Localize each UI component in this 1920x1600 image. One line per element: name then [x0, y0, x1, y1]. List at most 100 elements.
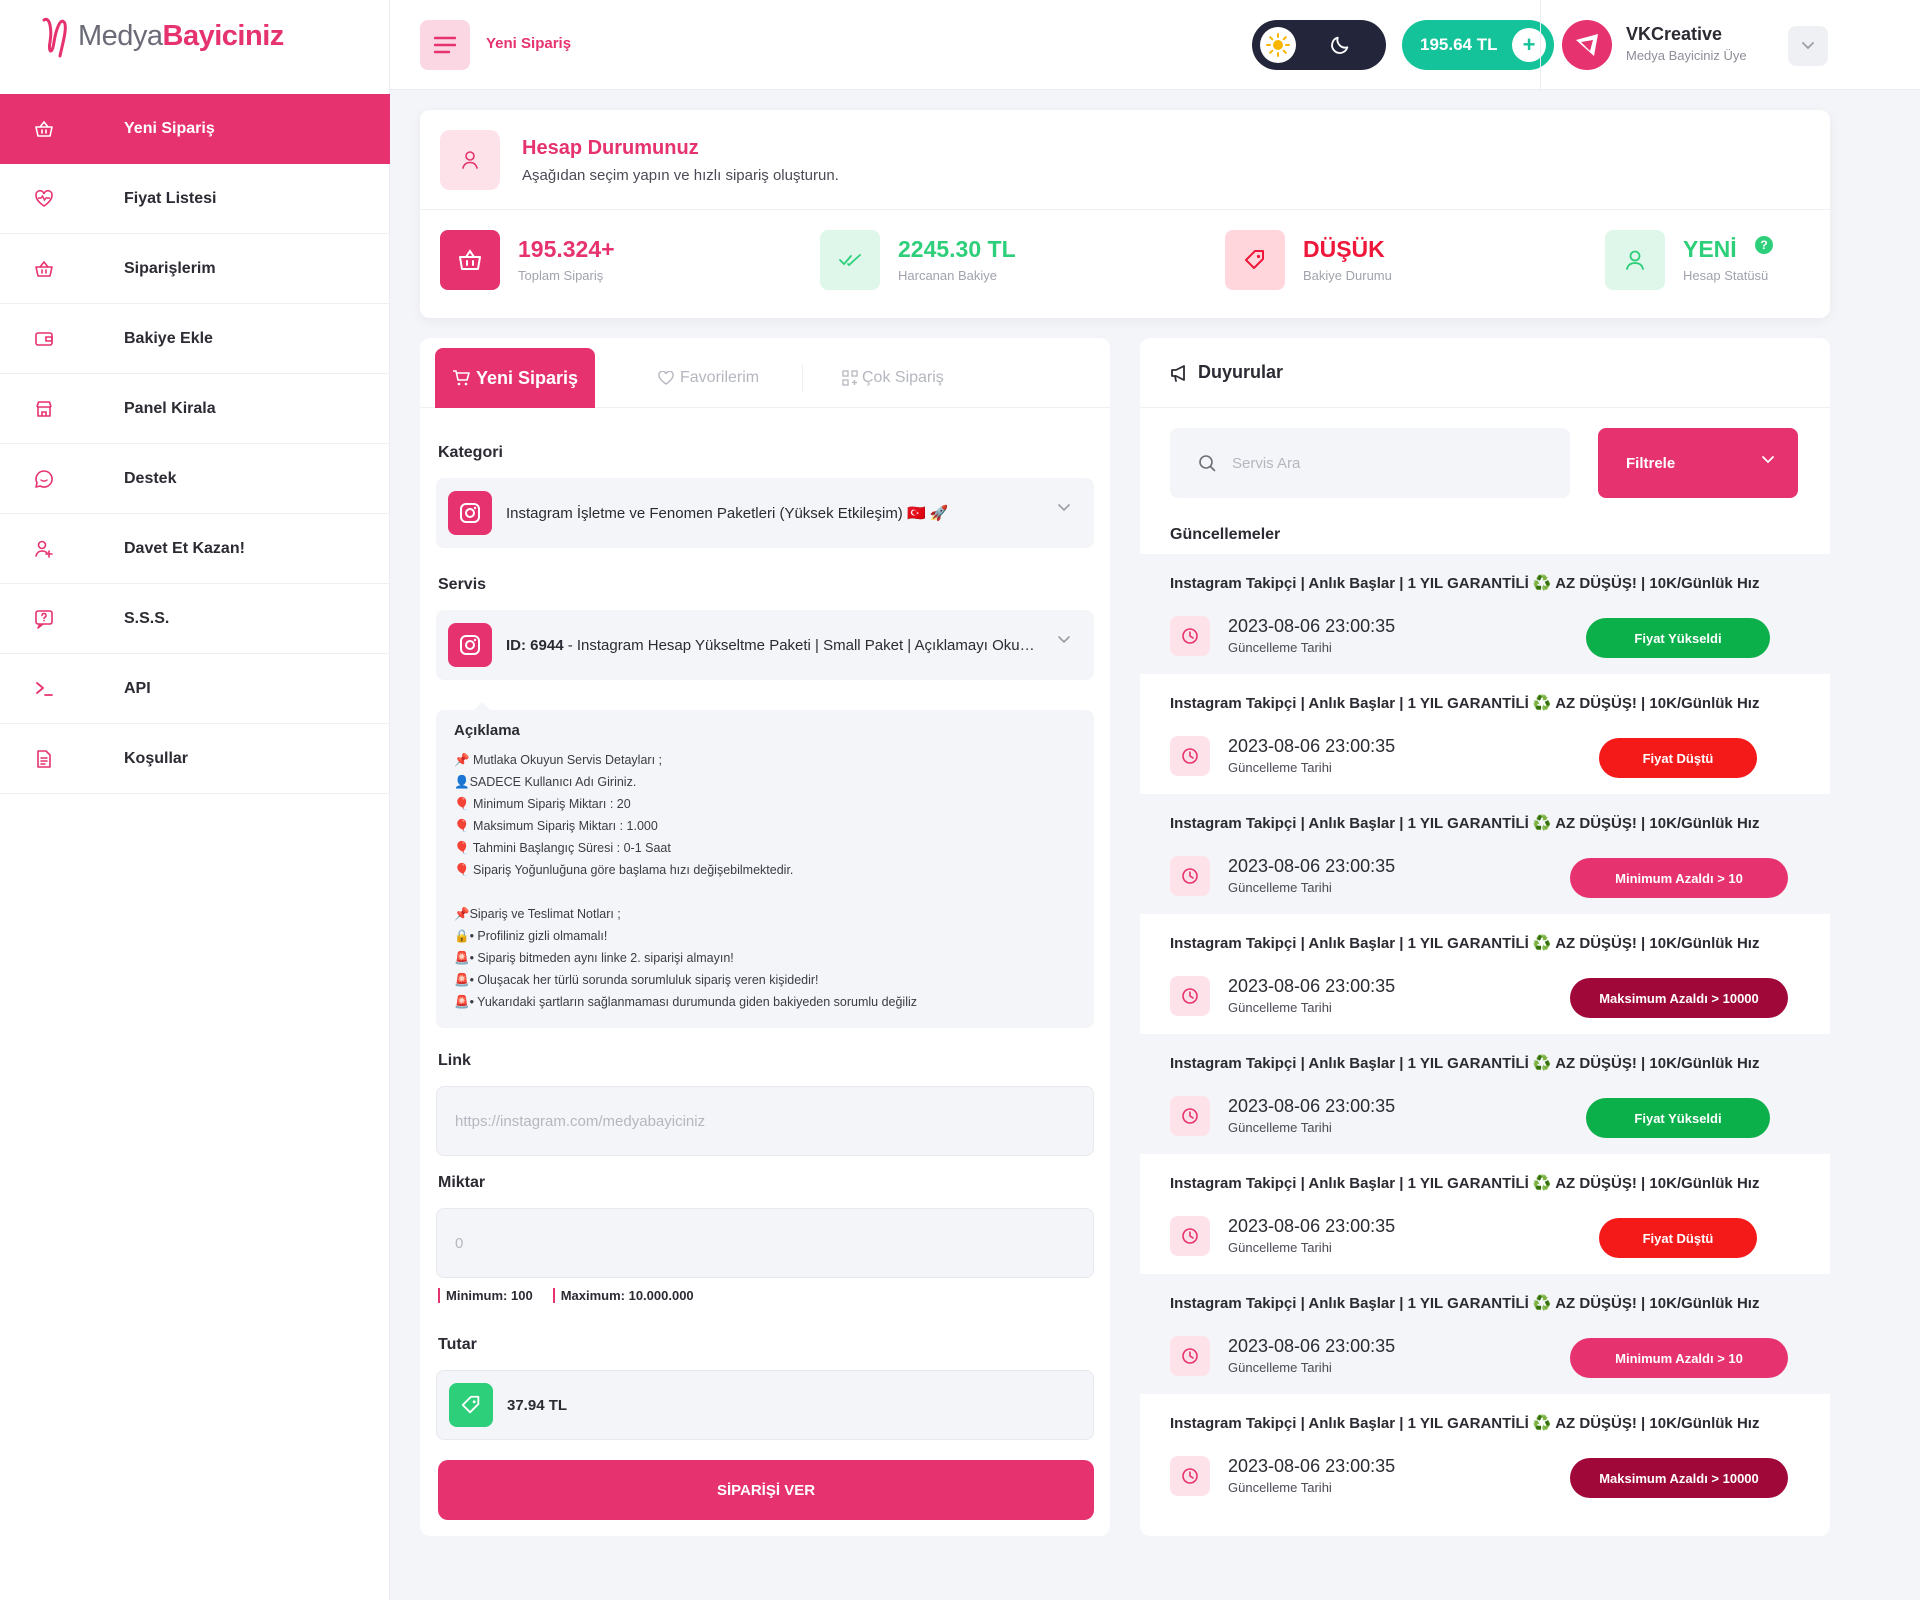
list-item: Instagram Takipçi | Anlık Başlar | 1 YIL…: [1140, 1274, 1830, 1394]
user-menu-button[interactable]: [1788, 26, 1828, 66]
tab-label: Çok Sipariş: [862, 369, 944, 386]
sidebar-item-fiyat-listesi[interactable]: Fiyat Listesi: [0, 164, 390, 234]
status-badge: Fiyat Yükseldi: [1586, 618, 1770, 658]
update-title: Instagram Takipçi | Anlık Başlar | 1 YIL…: [1170, 1055, 1760, 1072]
place-order-button[interactable]: SİPARİŞİ VER: [438, 1460, 1094, 1520]
sidebar-item-s-s-s[interactable]: S.S.S.: [0, 584, 390, 654]
list-item: Instagram Takipçi | Anlık Başlar | 1 YIL…: [1140, 1034, 1830, 1154]
tab-new-order[interactable]: Yeni Sipariş: [435, 348, 595, 408]
heart-icon: [658, 371, 674, 385]
category-select[interactable]: Instagram İşletme ve Fenomen Paketleri (…: [436, 478, 1094, 548]
status-badge: Fiyat Yükseldi: [1586, 1098, 1770, 1138]
update-date-label: Güncelleme Tarihi: [1228, 1240, 1332, 1255]
sun-icon[interactable]: [1260, 27, 1296, 63]
quantity-input[interactable]: 0: [436, 1208, 1094, 1278]
total-field: 37.94 TL: [436, 1370, 1094, 1440]
list-item: Instagram Takipçi | Anlık Başlar | 1 YIL…: [1140, 1394, 1830, 1514]
search-placeholder: Servis Ara: [1232, 454, 1301, 472]
description-line: 🎈 Minimum Sipariş Miktarı : 20: [454, 797, 631, 811]
double-check-icon: [820, 230, 880, 290]
theme-toggle[interactable]: [1252, 20, 1386, 70]
sidebar-item-yeni-sipari[interactable]: Yeni Sipariş: [0, 94, 390, 164]
stat-label: Bakiye Durumu: [1303, 268, 1392, 283]
tag-icon: [1225, 230, 1285, 290]
update-date: 2023-08-06 23:00:35: [1228, 1216, 1396, 1236]
description-line: 🎈 Sipariş Yoğunluğuna göre başlama hızı …: [454, 863, 794, 877]
tab-bulk-order[interactable]: Çok Sipariş: [842, 348, 944, 408]
max-limit: Maximum: 10.000.000: [552, 1288, 694, 1303]
service-id: ID: 6944: [506, 636, 564, 654]
update-date-label: Güncelleme Tarihi: [1228, 1480, 1332, 1495]
sidebar: MedyaBayiciniz Yeni Sipariş Fiyat Listesi…: [0, 0, 390, 1600]
description-line: [454, 881, 1076, 903]
sidebar-item-label: Fiyat Listesi: [124, 189, 217, 207]
status-badge: Fiyat Düştü: [1599, 1218, 1757, 1258]
updates-list: Instagram Takipçi | Anlık Başlar | 1 YIL…: [1140, 554, 1830, 1514]
stat-label: Harcanan Bakiye: [898, 268, 997, 283]
update-date: 2023-08-06 23:00:35: [1228, 736, 1396, 756]
update-title: Instagram Takipçi | Anlık Başlar | 1 YIL…: [1170, 935, 1760, 952]
moon-icon[interactable]: [1322, 27, 1358, 63]
account-status-subtitle: Aşağıdan seçim yapın ve hızlı sipariş ol…: [522, 167, 839, 184]
list-item: Instagram Takipçi | Anlık Başlar | 1 YIL…: [1140, 554, 1830, 674]
sidebar-item-label: Koşullar: [124, 749, 189, 767]
chevron-down-icon: [1762, 456, 1774, 464]
chevron-down-icon: [1802, 42, 1814, 50]
account-status-header: Hesap Durumunuz Aşağıdan seçim yapın ve …: [420, 110, 1830, 210]
stat-value: 2245.30 TL: [898, 236, 1016, 262]
clock-icon: [1170, 616, 1210, 656]
tab-label: Favorilerim: [680, 369, 760, 386]
sidebar-item-bakiye-ekle[interactable]: Bakiye Ekle: [0, 304, 390, 374]
filter-label: Filtrele: [1626, 454, 1676, 472]
announcements-title: Duyurular: [1198, 362, 1284, 382]
status-badge: Maksimum Azaldı > 10000: [1570, 1458, 1788, 1498]
sidebar-item-sipari-lerim[interactable]: Siparişlerim: [0, 234, 390, 304]
category-label: Kategori: [438, 444, 503, 461]
service-label: Servis: [438, 576, 487, 593]
stat-value: YENİ: [1683, 236, 1737, 262]
sidebar-item-label: Panel Kirala: [124, 399, 216, 417]
clock-icon: [1170, 1336, 1210, 1376]
category-value: Instagram İşletme ve Fenomen Paketleri (…: [506, 505, 949, 522]
quantity-placeholder: 0: [455, 1234, 464, 1252]
service-search-input[interactable]: Servis Ara: [1170, 428, 1570, 498]
clock-icon: [1170, 1456, 1210, 1496]
brand-logo[interactable]: MedyaBayiciniz: [38, 12, 284, 60]
service-name: - Instagram Hesap Yükseltme Paketi | Sma…: [563, 636, 1036, 654]
link-input[interactable]: https://instagram.com/medyabayiciniz: [436, 1086, 1094, 1156]
terminal-icon: [0, 679, 124, 699]
sidebar-item-label: Davet Et Kazan!: [124, 539, 245, 557]
stat-value: 195.324+: [518, 236, 615, 262]
help-icon[interactable]: ?: [1755, 236, 1773, 254]
user-logo-icon: [1576, 34, 1598, 56]
clock-icon: [1170, 736, 1210, 776]
filter-dropdown[interactable]: Filtrele: [1598, 428, 1798, 498]
clock-icon: [1170, 976, 1210, 1016]
status-badge: Maksimum Azaldı > 10000: [1570, 978, 1788, 1018]
sidebar-item-label: S.S.S.: [124, 609, 170, 627]
topbar-divider: [1540, 0, 1541, 90]
update-title: Instagram Takipçi | Anlık Başlar | 1 YIL…: [1170, 1295, 1760, 1312]
sidebar-item-api[interactable]: API: [0, 654, 390, 724]
tab-favorites[interactable]: Favorilerim: [658, 348, 759, 408]
update-title: Instagram Takipçi | Anlık Başlar | 1 YIL…: [1170, 575, 1760, 592]
update-title: Instagram Takipçi | Anlık Başlar | 1 YIL…: [1170, 1415, 1760, 1432]
announcements-panel: Duyurular Servis Ara Filtrele Güncelleme…: [1140, 338, 1830, 1536]
description-line: 👤SADECE Kullanıcı Adı Giriniz.: [454, 775, 637, 789]
service-value: ID: 6944 - Instagram Hesap Yükseltme Pak…: [506, 637, 1036, 654]
avatar[interactable]: [1562, 20, 1612, 70]
balance-pill[interactable]: 195.64 TL +: [1402, 20, 1554, 70]
min-limit: Minimum: 100: [438, 1288, 533, 1303]
breadcrumb: Yeni Sipariş: [486, 35, 572, 52]
store-icon: [0, 399, 124, 419]
update-title: Instagram Takipçi | Anlık Başlar | 1 YIL…: [1170, 1175, 1760, 1192]
total-label: Tutar: [438, 1336, 477, 1353]
service-select[interactable]: ID: 6944 - Instagram Hesap Yükseltme Pak…: [436, 610, 1094, 680]
sidebar-item-panel-kirala[interactable]: Panel Kirala: [0, 374, 390, 444]
clock-icon: [1170, 856, 1210, 896]
description-line: 🚨• Oluşacak her türlü sorunda sorumluluk…: [454, 973, 819, 987]
sidebar-item-destek[interactable]: Destek: [0, 444, 390, 514]
sidebar-item-davet-et-kazan[interactable]: Davet Et Kazan!: [0, 514, 390, 584]
sidebar-item-ko-ullar[interactable]: Koşullar: [0, 724, 390, 794]
menu-toggle-button[interactable]: [420, 20, 470, 70]
